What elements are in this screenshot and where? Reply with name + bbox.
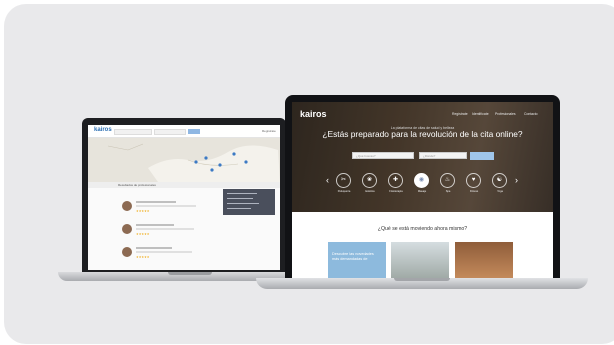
category-fitness-icon[interactable]: ♥ <box>466 173 481 188</box>
carousel-next-icon[interactable]: › <box>515 175 518 185</box>
service-select[interactable]: ¿Qué buscas? <box>352 152 414 159</box>
news-tile[interactable] <box>391 242 449 279</box>
left-header: kairos Regístrate <box>88 125 280 138</box>
result-name-line <box>136 201 176 203</box>
result-row[interactable]: ★★★★★ <box>122 220 222 240</box>
rating-stars: ★★★★★ <box>136 209 150 213</box>
results-title: Resultados de profesionales <box>118 183 156 187</box>
category-hair-icon[interactable]: ✂ <box>336 173 351 188</box>
dropdown-item[interactable] <box>227 208 251 209</box>
news-tile[interactable] <box>455 242 513 279</box>
left-laptop-screen: kairos Regístrate Resultados de profesio… <box>88 125 280 270</box>
left-search-button[interactable] <box>188 129 200 134</box>
left-results-bar: Resultados de profesionales <box>88 182 280 188</box>
nav-link-register[interactable]: Regístrate <box>452 112 468 116</box>
left-register-link[interactable]: Regístrate <box>262 129 276 133</box>
left-search-input[interactable] <box>114 129 152 135</box>
category-label: Fisioterapia <box>389 190 403 193</box>
carousel-prev-icon[interactable]: ‹ <box>326 175 329 185</box>
right-laptop-screen: kairos Regístrate Identifícate Profesion… <box>292 102 553 279</box>
nav-link-professionals[interactable]: Profesionales <box>495 112 516 116</box>
category-beauty-icon[interactable]: ❀ <box>362 173 377 188</box>
result-detail-line <box>136 205 196 207</box>
left-logo[interactable]: kairos <box>94 127 112 133</box>
rating-stars: ★★★★★ <box>136 255 150 259</box>
result-row[interactable]: ★★★★★ <box>122 243 222 263</box>
category-yoga-icon[interactable]: ☯ <box>492 173 507 188</box>
dropdown-item[interactable] <box>227 203 259 204</box>
category-physio-icon[interactable]: ✚ <box>388 173 403 188</box>
left-laptop-notch <box>168 272 212 275</box>
left-location-input[interactable] <box>154 129 186 135</box>
right-laptop-notch <box>394 278 450 281</box>
avatar <box>122 201 132 211</box>
result-detail-line <box>136 228 194 230</box>
nav-link-login[interactable]: Identifícate <box>472 112 489 116</box>
hero-headline: ¿Estás preparado para la revolución de l… <box>322 129 523 139</box>
tile-caption: Descubre las novedades más demandadas de <box>332 252 374 261</box>
category-label: Estética <box>365 190 375 193</box>
map-graphic <box>107 143 280 182</box>
category-label: Masaje <box>417 190 427 193</box>
left-map[interactable] <box>88 138 280 182</box>
category-label: Spa <box>445 190 451 193</box>
category-label: Peluquería <box>337 190 351 193</box>
kairos-logo[interactable]: kairos <box>300 109 327 119</box>
nav-link-contact[interactable]: Contacto <box>524 112 538 116</box>
dropdown-menu[interactable] <box>223 189 275 215</box>
dropdown-item[interactable] <box>227 198 253 199</box>
search-button[interactable] <box>470 152 494 160</box>
section-title: ¿Qué se está moviendo ahora mismo? <box>377 226 468 232</box>
rating-stars: ★★★★★ <box>136 232 150 236</box>
result-row[interactable]: ★★★★★ <box>122 197 222 217</box>
category-label: Fitness <box>469 190 479 193</box>
category-spa-icon[interactable]: ♨ <box>440 173 455 188</box>
result-name-line <box>136 224 174 226</box>
location-select[interactable]: ¿Dónde? <box>419 152 467 159</box>
category-massage-icon[interactable]: ◉ <box>414 173 429 188</box>
result-detail-line <box>136 251 192 253</box>
result-name-line <box>136 247 172 249</box>
avatar <box>122 224 132 234</box>
category-label: Yoga <box>497 190 503 193</box>
dropdown-item[interactable] <box>227 193 257 194</box>
avatar <box>122 247 132 257</box>
news-tile[interactable]: Descubre las novedades más demandadas de <box>328 242 386 279</box>
